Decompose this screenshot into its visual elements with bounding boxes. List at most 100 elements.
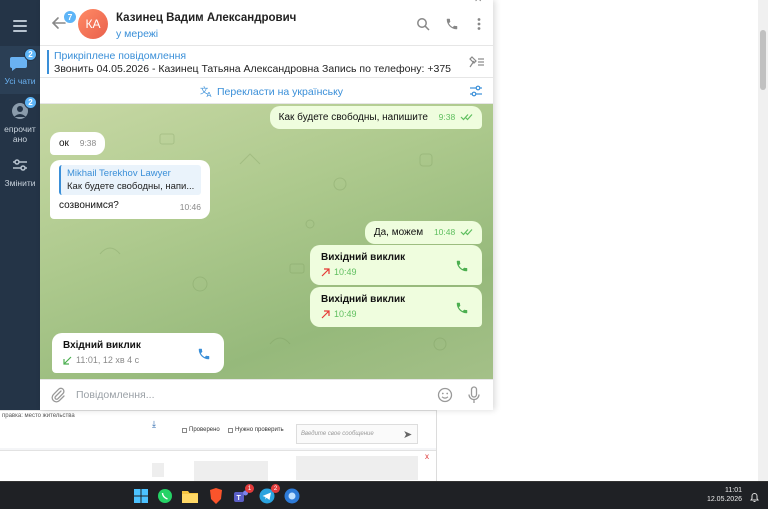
telegram-badge: 2 xyxy=(271,484,280,493)
translate-settings-icon[interactable] xyxy=(469,84,483,98)
search-icon[interactable] xyxy=(416,17,430,31)
brave-browser-icon[interactable] xyxy=(207,487,225,505)
translate-button[interactable]: 文A Перекласти на українську xyxy=(200,85,343,98)
message-input[interactable] xyxy=(76,385,426,405)
clock-date: 12.05.2026 xyxy=(706,496,742,503)
teams-badge: 1 xyxy=(245,484,254,493)
call-time: 10:49 xyxy=(334,309,357,319)
background-scrollbar[interactable] xyxy=(758,0,768,481)
microphone-icon[interactable] xyxy=(467,386,481,404)
message-outgoing[interactable]: Да, можем 10:48 xyxy=(364,221,482,244)
telegram-folder-rail: 2 Усі чати 2 епрочит ано Змінити xyxy=(0,0,40,410)
background-message-input[interactable]: Введите свое сообщение xyxy=(296,424,418,444)
chat-header: 7 КА Казинец Вадим Александрович у мереж… xyxy=(40,0,493,46)
call-back-phone-icon[interactable] xyxy=(197,347,211,361)
window-close-icon[interactable]: ✕ xyxy=(474,0,482,5)
message-outgoing[interactable]: Как будете свободны, напишите 9:38 xyxy=(269,106,482,129)
telegram-icon[interactable]: 2 xyxy=(258,484,280,505)
whatsapp-icon[interactable] xyxy=(156,487,174,505)
pin-list-icon[interactable] xyxy=(469,55,485,69)
attach-icon[interactable] xyxy=(50,387,66,403)
system-clock[interactable]: 11:01 12.05.2026 xyxy=(707,486,742,504)
emoji-icon[interactable] xyxy=(437,387,453,403)
call-outgoing[interactable]: Вихідний виклик 10:49 xyxy=(310,245,482,285)
chats-icon: 2 xyxy=(9,48,37,74)
message-incoming[interactable]: ок 9:38 xyxy=(50,132,106,155)
double-check-icon xyxy=(460,229,473,236)
checkbox-needs-label: Нужно проверить xyxy=(235,427,284,433)
folder-edit[interactable]: Змінити xyxy=(0,148,40,196)
send-icon[interactable]: ➤ xyxy=(403,428,412,441)
download-icon[interactable]: ⤓ xyxy=(152,419,164,435)
message-time: 9:38 xyxy=(438,112,456,122)
message-time: 10:46 xyxy=(179,202,201,212)
peer-status: у мережі xyxy=(116,28,159,40)
call-time: 10:49 xyxy=(334,267,357,277)
message-text: Как будете свободны, напишите xyxy=(278,112,428,123)
translate-bar: 文A Перекласти на українську xyxy=(40,78,493,104)
call-back-phone-icon[interactable] xyxy=(455,259,469,273)
unread-icon: 2 xyxy=(9,96,37,122)
checkbox-verified-label: Проверено xyxy=(189,427,220,433)
call-arrow-incoming-icon xyxy=(63,356,72,365)
phone-icon[interactable] xyxy=(445,17,459,31)
background-snippet: правка: место жительства xyxy=(2,413,75,419)
background-placeholder xyxy=(296,456,418,480)
file-explorer-icon[interactable] xyxy=(181,487,199,505)
checkbox-verified[interactable]: Проверено xyxy=(182,427,220,433)
call-time: 11:01, 12 хв 4 с xyxy=(76,355,140,365)
close-icon[interactable]: x xyxy=(425,452,429,461)
menu-icon[interactable] xyxy=(8,14,32,38)
background-placeholder xyxy=(194,461,268,481)
call-back-phone-icon[interactable] xyxy=(455,301,469,315)
background-placeholder xyxy=(152,463,164,477)
reply-author: Mikhail Terekhov Lawyer xyxy=(67,168,171,179)
call-title: Вихідний виклик xyxy=(321,252,406,263)
call-title: Вхідний виклик xyxy=(63,340,141,351)
reply-text: Как будете свободны, напи... xyxy=(67,181,195,192)
double-check-icon xyxy=(460,114,473,121)
minimize-icon[interactable]: — xyxy=(408,0,418,5)
unread-badge: 7 xyxy=(63,10,77,24)
folder-label: Усі чати xyxy=(4,76,36,86)
message-time: 10:48 xyxy=(433,227,456,237)
telegram-chat-window: 7 КА Казинец Вадим Александрович у мереж… xyxy=(40,0,493,410)
clock-time: 11:01 xyxy=(725,487,742,494)
call-arrow-outgoing-icon xyxy=(321,267,330,276)
call-info: 11:01, 12 хв 4 с xyxy=(63,355,213,365)
taskbar: T 1 2 11:01 12.05.2026 xyxy=(0,481,768,509)
call-info: 10:49 xyxy=(321,267,471,277)
avatar[interactable]: КА xyxy=(78,9,108,39)
checkbox-needs-check[interactable]: Нужно проверить xyxy=(228,427,284,433)
message-text: Да, можем xyxy=(373,227,424,238)
more-vertical-icon[interactable] xyxy=(472,17,486,31)
call-title: Вихідний виклик xyxy=(321,294,406,305)
pinned-message-bar[interactable]: Прикріплене повідомлення Звонить 04.05.2… xyxy=(40,46,493,78)
notification-bell-icon[interactable] xyxy=(749,490,760,502)
app-icon[interactable] xyxy=(283,487,301,505)
call-arrow-outgoing-icon xyxy=(321,309,330,318)
folder-unread[interactable]: 2 епрочит ано xyxy=(0,94,40,144)
call-info: 10:49 xyxy=(321,309,471,319)
call-outgoing[interactable]: Вихідний виклик 10:49 xyxy=(310,287,482,327)
background-row-2 xyxy=(0,450,436,481)
sliders-icon xyxy=(9,154,31,176)
svg-text:T: T xyxy=(237,495,242,502)
translate-label: Перекласти на українську xyxy=(217,85,344,98)
chat-messages-area[interactable]: Как будете свободны, напишите 9:38 ок 9:… xyxy=(40,104,493,379)
pinned-text: Звонить 04.05.2026 - Казинец Татьяна Але… xyxy=(54,63,452,75)
message-text: созвонимся? xyxy=(59,200,119,211)
message-time: 9:38 xyxy=(79,138,97,148)
reply-quote[interactable]: Mikhail Terekhov Lawyer Как будете свобо… xyxy=(59,165,201,195)
peer-name[interactable]: Казинец Вадим Александрович xyxy=(116,12,296,24)
folder-badge: 2 xyxy=(24,48,37,61)
windows-start-icon[interactable] xyxy=(132,487,150,505)
message-text: ок xyxy=(59,138,69,149)
folder-badge: 2 xyxy=(24,96,37,109)
message-incoming-reply[interactable]: Mikhail Terekhov Lawyer Как будете свобо… xyxy=(50,160,210,219)
folder-all-chats[interactable]: 2 Усі чати xyxy=(0,46,40,94)
svg-text:A: A xyxy=(207,90,212,98)
teams-icon[interactable]: T 1 xyxy=(232,484,254,505)
call-incoming[interactable]: Вхідний виклик 11:01, 12 хв 4 с xyxy=(52,333,224,373)
folder-label: епрочит ано xyxy=(4,124,36,144)
